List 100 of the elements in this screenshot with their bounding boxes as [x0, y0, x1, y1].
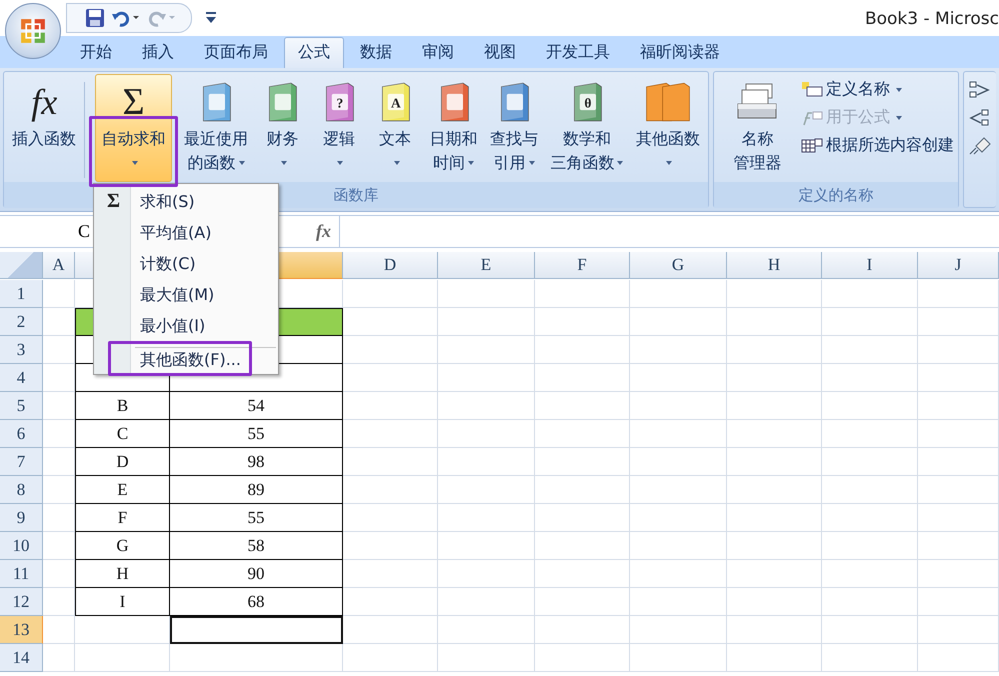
ribbon-button[interactable]: θ 数学和 三角函数 [544, 74, 630, 182]
column-header[interactable]: I [822, 252, 918, 279]
grid-cell[interactable] [438, 392, 535, 420]
column-header[interactable]: A [43, 252, 75, 279]
ribbon-tab[interactable]: 开发工具 [532, 37, 624, 68]
row-header[interactable]: 2 [0, 308, 43, 336]
grid-cell[interactable] [343, 532, 438, 560]
grid-cell[interactable] [438, 532, 535, 560]
grid-cell[interactable] [43, 504, 75, 532]
grid-cell[interactable] [630, 280, 727, 308]
ribbon-button[interactable]: 其他函数 [630, 74, 706, 182]
grid-cell[interactable] [438, 476, 535, 504]
grid-cell[interactable] [343, 476, 438, 504]
row-header[interactable]: 12 [0, 588, 43, 616]
insert-function-button[interactable]: fx [291, 216, 340, 247]
row-header[interactable]: 14 [0, 644, 43, 672]
grid-cell[interactable] [43, 280, 75, 308]
grid-cell[interactable] [343, 280, 438, 308]
ribbon-tab[interactable]: 视图 [470, 37, 530, 68]
row-header[interactable]: 10 [0, 532, 43, 560]
grid-cell[interactable] [918, 532, 999, 560]
grid-cell[interactable] [43, 392, 75, 420]
grid-cell[interactable] [630, 616, 727, 644]
grid-cell[interactable] [918, 336, 999, 364]
grid-cell[interactable] [727, 476, 822, 504]
grid-cell[interactable] [727, 392, 822, 420]
grid-cell[interactable] [535, 280, 630, 308]
grid-cell[interactable] [170, 644, 343, 672]
grid-cell[interactable] [727, 364, 822, 392]
grid-cell[interactable] [438, 644, 535, 672]
grid-cell[interactable] [822, 504, 918, 532]
grid-cell[interactable] [918, 420, 999, 448]
grid-cell[interactable] [822, 308, 918, 336]
row-header[interactable]: 8 [0, 476, 43, 504]
save-icon[interactable] [85, 8, 105, 28]
grid-cell[interactable] [343, 364, 438, 392]
grid-cell[interactable] [727, 560, 822, 588]
grid-cell[interactable] [918, 448, 999, 476]
grid-cell[interactable] [822, 616, 918, 644]
grid-cell[interactable] [535, 336, 630, 364]
grid-cell[interactable] [438, 364, 535, 392]
grid-cell[interactable] [343, 420, 438, 448]
ribbon-button[interactable]: fx 插入函数 [6, 74, 82, 182]
grid-cell[interactable] [630, 476, 727, 504]
ribbon-button[interactable]: 定义名称 [799, 78, 956, 101]
row-header[interactable]: 13 [0, 616, 43, 644]
grid-cell[interactable] [438, 420, 535, 448]
grid-cell[interactable] [535, 308, 630, 336]
ribbon-tab[interactable]: 开始 [66, 37, 126, 68]
grid-cell[interactable] [727, 616, 822, 644]
grid-cell[interactable] [918, 280, 999, 308]
grid-cell[interactable] [822, 392, 918, 420]
grid-cell[interactable] [727, 336, 822, 364]
grid-cell[interactable] [438, 336, 535, 364]
grid-cell[interactable] [918, 560, 999, 588]
grid-cell[interactable] [822, 476, 918, 504]
ribbon-button[interactable]: 查找与 引用 [484, 74, 544, 182]
grid-cell[interactable] [822, 644, 918, 672]
ribbon-button[interactable]: A 文本 [367, 74, 424, 182]
grid-cell[interactable] [43, 336, 75, 364]
grid-cell[interactable] [630, 420, 727, 448]
ribbon-tab[interactable]: 插入 [128, 37, 188, 68]
grid-cell[interactable] [43, 420, 75, 448]
grid-cell[interactable] [535, 504, 630, 532]
grid-cell[interactable] [727, 532, 822, 560]
grid-cell[interactable] [822, 588, 918, 616]
active-cell[interactable] [170, 616, 343, 644]
grid-cell[interactable] [822, 336, 918, 364]
grid-cell[interactable] [438, 616, 535, 644]
grid-cell[interactable] [438, 504, 535, 532]
grid-cell[interactable] [535, 364, 630, 392]
row-header[interactable]: 9 [0, 504, 43, 532]
grid-cell[interactable] [43, 364, 75, 392]
grid-cell[interactable] [438, 280, 535, 308]
ribbon-button[interactable]: Σ 自动求和 [95, 74, 172, 182]
grid-cell[interactable] [535, 476, 630, 504]
grid-cell[interactable] [630, 448, 727, 476]
grid-cell[interactable] [535, 560, 630, 588]
grid-cell[interactable] [918, 476, 999, 504]
ribbon-tab[interactable]: 审阅 [408, 37, 468, 68]
grid-cell[interactable] [438, 308, 535, 336]
grid-cell[interactable] [822, 532, 918, 560]
grid-cell[interactable] [727, 504, 822, 532]
grid-cell[interactable] [727, 280, 822, 308]
grid-cell[interactable] [343, 504, 438, 532]
grid-cell[interactable] [535, 448, 630, 476]
grid-cell[interactable] [43, 448, 75, 476]
grid-cell[interactable] [343, 588, 438, 616]
select-all-button[interactable] [0, 252, 43, 279]
grid-cell[interactable] [438, 588, 535, 616]
grid-cell[interactable] [535, 420, 630, 448]
grid-cell[interactable] [43, 532, 75, 560]
grid-cell[interactable] [75, 644, 170, 672]
column-header[interactable]: G [630, 252, 727, 279]
grid-cell[interactable] [918, 616, 999, 644]
grid-cell[interactable] [43, 616, 75, 644]
grid-cell[interactable] [630, 644, 727, 672]
grid-cell[interactable] [630, 560, 727, 588]
grid-cell[interactable] [727, 308, 822, 336]
grid-cell[interactable] [535, 532, 630, 560]
